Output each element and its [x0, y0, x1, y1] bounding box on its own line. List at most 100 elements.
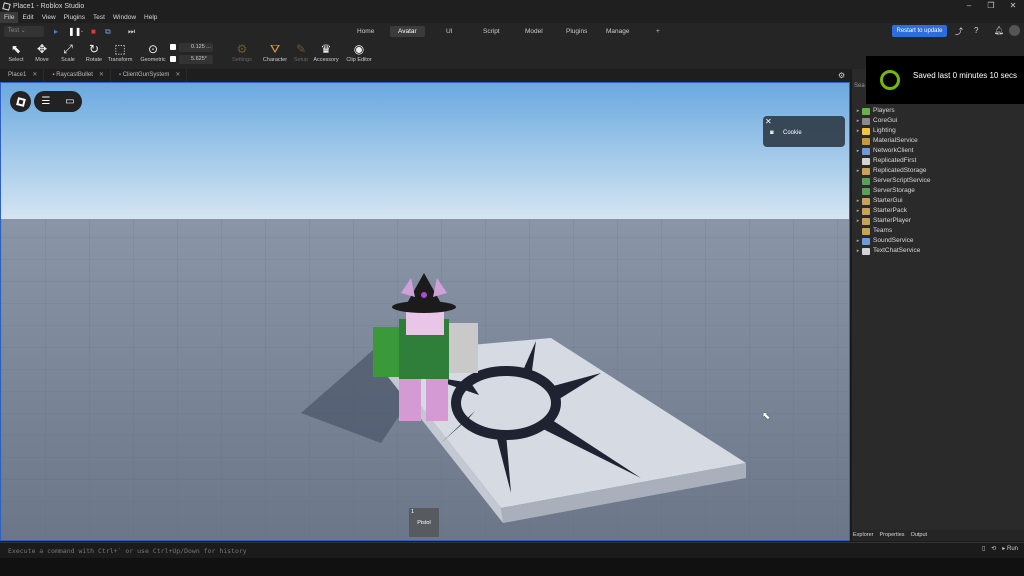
- close-icon[interactable]: ✕: [32, 72, 37, 78]
- tab-model[interactable]: Model: [517, 26, 551, 37]
- doc-tab-raycastbullet[interactable]: ▪ RaycastBullet ✕: [44, 69, 111, 82]
- explorer-item[interactable]: ▸ SoundService: [854, 236, 1024, 246]
- menu-view[interactable]: View: [38, 12, 60, 23]
- help-icon[interactable]: ?: [974, 26, 978, 35]
- tab-manage[interactable]: Manage: [598, 26, 638, 37]
- avatar[interactable]: [1009, 25, 1020, 36]
- tab-properties[interactable]: Properties: [879, 530, 904, 541]
- doc-tab-place1[interactable]: Place1 ✕: [0, 69, 45, 82]
- close-icon[interactable]: ✕: [175, 72, 180, 78]
- explorer-search-input[interactable]: Sea: [854, 83, 865, 89]
- add-tab-button[interactable]: +: [648, 26, 668, 37]
- explorer-item[interactable]: ▸ TextChatService: [854, 246, 1024, 256]
- geometric-dropdown[interactable]: ⊙ Geometric: [139, 41, 167, 63]
- setup-tool-button[interactable]: ✎ Setup: [288, 41, 314, 63]
- pause-dropdown-icon[interactable]: ⌄: [80, 26, 84, 37]
- setup-label: Setup: [293, 57, 309, 63]
- expand-caret-icon[interactable]: ▸: [854, 216, 862, 226]
- maximize-button[interactable]: ❐: [980, 0, 1002, 12]
- explorer-item[interactable]: ServerScriptService: [854, 176, 1024, 186]
- expand-caret-icon[interactable]: ▸: [854, 236, 862, 246]
- hotbar-slot[interactable]: 1 Pistol: [409, 508, 439, 537]
- menu-test[interactable]: Test: [89, 12, 109, 23]
- menu-edit[interactable]: Edit: [18, 12, 37, 23]
- transform-tool-button[interactable]: ⬚ Transform: [107, 41, 133, 63]
- rotate-increment-checkbox[interactable]: [170, 56, 176, 62]
- explorer-item[interactable]: ▸ NetworkClient: [854, 146, 1024, 156]
- bookmark-icon[interactable]: ▯: [982, 545, 985, 552]
- move-tool-button[interactable]: ✥ Move: [29, 41, 55, 63]
- explorer-tree: ▸ Players ▸ CoreGui ▸ Lighting MaterialService…: [854, 106, 1024, 256]
- character-tool-button[interactable]: ⛛ Character: [261, 41, 289, 63]
- expand-caret-icon[interactable]: ▸: [854, 166, 862, 176]
- expand-caret-icon[interactable]: ▸: [854, 206, 862, 216]
- explorer-item-label: ServerScriptService: [873, 177, 931, 184]
- stop-icon[interactable]: ■: [91, 26, 96, 37]
- close-window-button[interactable]: ✕: [1002, 0, 1024, 12]
- accessory-tool-button[interactable]: ♛ Accessory: [313, 41, 339, 63]
- scale-label: Scale: [61, 57, 75, 63]
- share-icon[interactable]: ⤴: [955, 26, 963, 37]
- explorer-item[interactable]: ServerStorage: [854, 186, 1024, 196]
- explorer-item[interactable]: ▸ CoreGui: [854, 116, 1024, 126]
- restart-to-update-button[interactable]: Restart to update: [892, 25, 947, 37]
- explorer-item[interactable]: ReplicatedFirst: [854, 156, 1024, 166]
- command-bar-input[interactable]: Execute a command with Ctrl+` or use Ctr…: [0, 542, 1024, 558]
- tab-avatar[interactable]: Avatar: [390, 26, 425, 37]
- clip-editor-button[interactable]: ◉ Clip Editor: [345, 41, 373, 63]
- expand-caret-icon[interactable]: ▸: [854, 246, 862, 256]
- settings-tool-button[interactable]: ⚙ Settings: [229, 41, 255, 63]
- explorer-item[interactable]: MaterialService: [854, 136, 1024, 146]
- explorer-item[interactable]: ▸ Players: [854, 106, 1024, 116]
- roblox-menu-button[interactable]: [10, 91, 31, 112]
- step-icon[interactable]: ⏭: [128, 26, 135, 37]
- rotate-increment-field[interactable]: 5.625°: [179, 55, 213, 64]
- history-icon[interactable]: ⟲: [991, 545, 996, 552]
- menu-plugins[interactable]: Plugins: [60, 12, 89, 23]
- doc-tab-clientgunsystem[interactable]: ▪ ClientGunSystem ✕: [111, 69, 188, 82]
- tab-script[interactable]: Script: [475, 26, 508, 37]
- scale-tool-button[interactable]: ⤢ Scale: [55, 41, 81, 63]
- geometric-label: Geometric: [140, 57, 166, 63]
- tab-plugins[interactable]: Plugins: [558, 26, 595, 37]
- move-increment-field[interactable]: 0.125 ...: [179, 43, 213, 52]
- character-label: Character: [262, 57, 288, 63]
- expand-caret-icon[interactable]: ▸: [854, 196, 862, 206]
- explorer-item[interactable]: ▸ StarterPlayer: [854, 216, 1024, 226]
- explorer-item[interactable]: ▸ Lighting: [854, 126, 1024, 136]
- select-tool-button[interactable]: ⬉ Select: [3, 41, 29, 63]
- minimize-button[interactable]: –: [958, 0, 980, 12]
- expand-caret-icon[interactable]: ▸: [854, 146, 862, 156]
- explorer-item[interactable]: Teams: [854, 226, 1024, 236]
- explorer-item[interactable]: ▸ StarterPack: [854, 206, 1024, 216]
- explorer-item[interactable]: ▸ ReplicatedStorage: [854, 166, 1024, 176]
- close-icon[interactable]: ✕: [765, 117, 772, 126]
- menu-help[interactable]: Help: [140, 12, 161, 23]
- menu-window[interactable]: Window: [109, 12, 140, 23]
- transform-label: Transform: [107, 57, 133, 63]
- run-button[interactable]: ▸ Run: [1002, 545, 1018, 552]
- transform-icon: ⬚: [114, 42, 126, 56]
- 3d-viewport[interactable]: [0, 82, 850, 541]
- expand-caret-icon[interactable]: ▸: [854, 116, 862, 126]
- hamburger-menu-icon[interactable]: ☰: [41, 96, 50, 107]
- move-increment-checkbox[interactable]: [170, 44, 176, 50]
- menu-file[interactable]: File: [0, 12, 19, 23]
- close-icon[interactable]: ✕: [99, 72, 104, 78]
- play-icon[interactable]: ▸: [54, 26, 58, 37]
- client-server-icon[interactable]: ⧉: [105, 26, 111, 37]
- tab-output[interactable]: Output: [911, 530, 928, 541]
- tab-home[interactable]: Home: [349, 26, 382, 37]
- service-icon: [862, 237, 870, 245]
- test-mode-dropdown[interactable]: Test ⌄: [4, 26, 44, 37]
- explorer-item[interactable]: ▸ StarterGui: [854, 196, 1024, 206]
- tab-ui[interactable]: UI: [438, 26, 461, 37]
- viewport-settings-gear-icon[interactable]: ⚙: [838, 71, 845, 80]
- expand-caret-icon[interactable]: ▸: [854, 106, 862, 116]
- expand-caret-icon[interactable]: ▸: [854, 126, 862, 136]
- chat-icon[interactable]: ▭: [65, 96, 74, 107]
- notifications-bell-icon[interactable]: 🔔︎: [994, 26, 1004, 35]
- cookie-label[interactable]: Cookie: [783, 130, 802, 136]
- tab-explorer[interactable]: Explorer: [853, 530, 873, 541]
- rotate-tool-button[interactable]: ↻ Rotate: [81, 41, 107, 63]
